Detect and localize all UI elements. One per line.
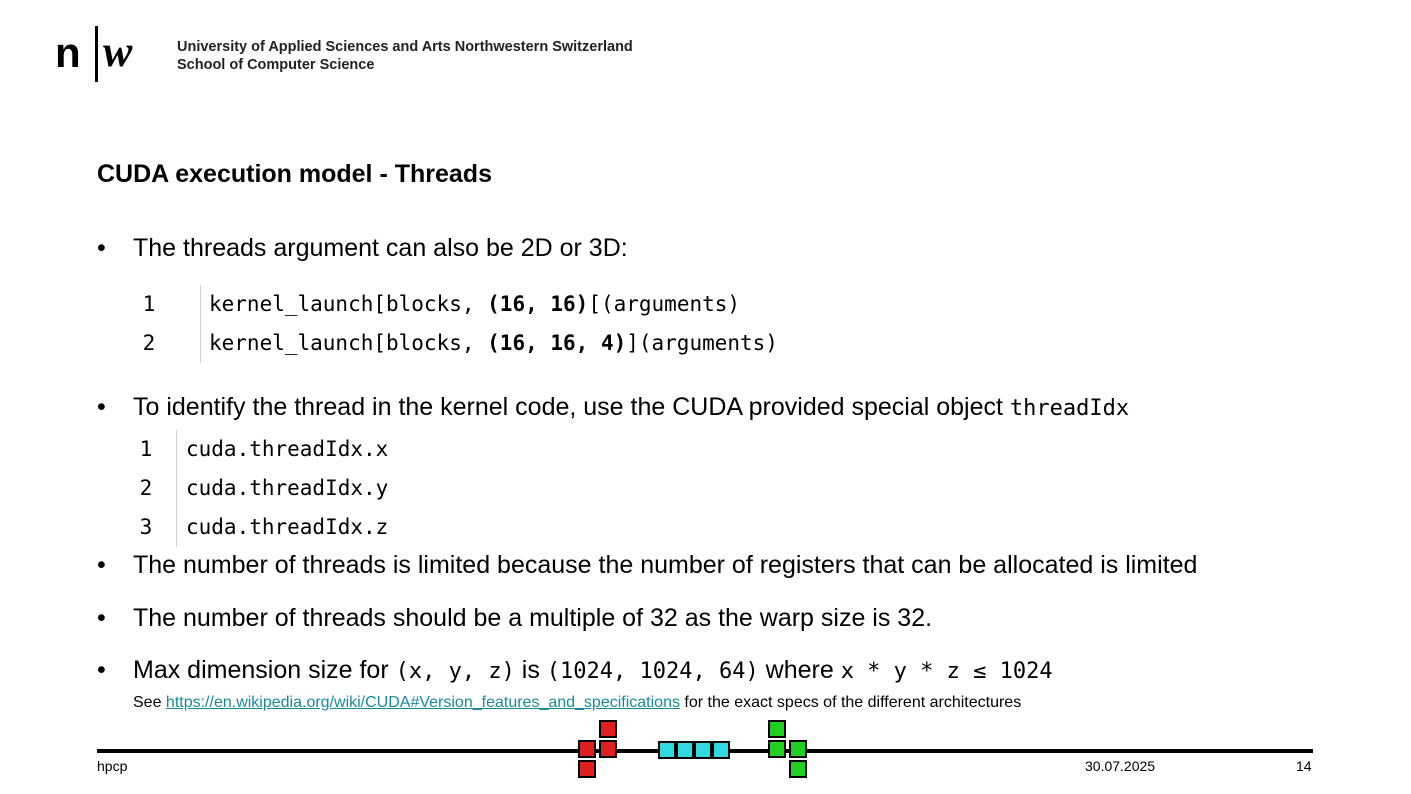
- bullet-threadidx: • To identify the thread in the kernel co…: [97, 393, 1129, 422]
- tetris-block: [578, 760, 596, 778]
- footer-date: 30.07.2025: [1085, 758, 1156, 774]
- note-text: for the exact specs of the different arc…: [679, 694, 1022, 711]
- tetris-block: [768, 740, 786, 758]
- tetris-block: [789, 760, 807, 778]
- bullet-max-dimension: • Max dimension size for (x, y, z) is (10…: [97, 656, 1053, 685]
- bullet-dot: •: [97, 234, 106, 262]
- bullet-text: To identify the thread in the kernel cod…: [133, 393, 1010, 421]
- line-number: 3: [139, 515, 153, 539]
- tetris-block: [676, 741, 694, 759]
- code-bold-part: (16, 16): [487, 292, 589, 316]
- logo-letter-n: n: [55, 29, 81, 76]
- tetris-block: [712, 741, 730, 759]
- line-separator: [176, 508, 177, 547]
- slide-title: CUDA execution model - Threads: [97, 160, 492, 188]
- org-line-2: School of Computer Science: [177, 57, 375, 73]
- code-part: kernel_launch[blocks,: [209, 292, 488, 316]
- bullet-warp-size: • The number of threads should be a multi…: [97, 604, 932, 633]
- line-separator: [200, 285, 201, 324]
- line-number: 1: [139, 437, 153, 461]
- inline-code: (x, y, z): [395, 659, 515, 684]
- code-text: cuda.threadIdx.x: [186, 437, 389, 461]
- organization-name: University of Applied Sciences and Arts …: [177, 38, 633, 74]
- logo-divider: [95, 26, 98, 82]
- line-number: 2: [139, 476, 153, 500]
- tetris-block: [789, 740, 807, 758]
- bullet-dot: •: [97, 656, 106, 684]
- inline-code: (1024, 1024, 64): [546, 659, 759, 684]
- tetris-block: [578, 740, 596, 758]
- bullet-text: The number of threads is limited because…: [133, 551, 1198, 579]
- note-text: See: [133, 694, 166, 711]
- bullet-text: where: [758, 656, 841, 684]
- line-separator: [176, 430, 177, 469]
- tetris-block: [599, 740, 617, 758]
- bullet-text: Max dimension size for: [133, 656, 396, 684]
- bullet-text: The threads argument can also be 2D or 3…: [133, 234, 628, 262]
- footer-course: hpcp: [97, 758, 128, 774]
- bullet-registers: • The number of threads is limited becaus…: [97, 551, 1197, 580]
- bullet-text: is: [514, 656, 547, 684]
- code-bold-part: (16, 16, 4): [487, 331, 627, 355]
- inline-code: x * y * z ≤ 1024: [840, 659, 1053, 684]
- wikipedia-cuda-link[interactable]: https://en.wikipedia.org/wiki/CUDA#Versi…: [166, 694, 680, 711]
- code-text: kernel_launch[blocks, (16, 16)[(argument…: [209, 285, 740, 324]
- inline-code: threadIdx: [1009, 396, 1130, 421]
- line-number: 2: [142, 331, 156, 355]
- code-part: [(arguments): [588, 292, 741, 316]
- bullet-dot: •: [97, 393, 106, 421]
- code-text: cuda.threadIdx.y: [186, 476, 389, 500]
- bullet-dot: •: [97, 604, 106, 632]
- bullet-text: The number of threads should be a multip…: [133, 604, 933, 632]
- code-text: kernel_launch[blocks, (16, 16, 4)](argum…: [209, 324, 778, 363]
- tetris-block: [599, 720, 617, 738]
- specs-note: See https://en.wikipedia.org/wiki/CUDA#V…: [133, 694, 1021, 712]
- code-text: cuda.threadIdx.z: [186, 515, 389, 539]
- line-separator: [176, 469, 177, 508]
- tetris-block: [694, 741, 712, 759]
- line-separator: [200, 324, 201, 363]
- bullet-2d-3d: • The threads argument can also be 2D or …: [97, 234, 628, 263]
- tetris-block: [658, 741, 676, 759]
- code-part: ](arguments): [626, 331, 778, 355]
- line-number: 1: [142, 292, 156, 316]
- logo-letter-w: w: [103, 27, 133, 76]
- org-line-1: University of Applied Sciences and Arts …: [177, 39, 633, 55]
- tetris-block: [768, 720, 786, 738]
- bullet-dot: •: [97, 551, 106, 579]
- footer-page-number: 14: [1296, 758, 1312, 774]
- code-part: kernel_launch[blocks,: [209, 331, 488, 355]
